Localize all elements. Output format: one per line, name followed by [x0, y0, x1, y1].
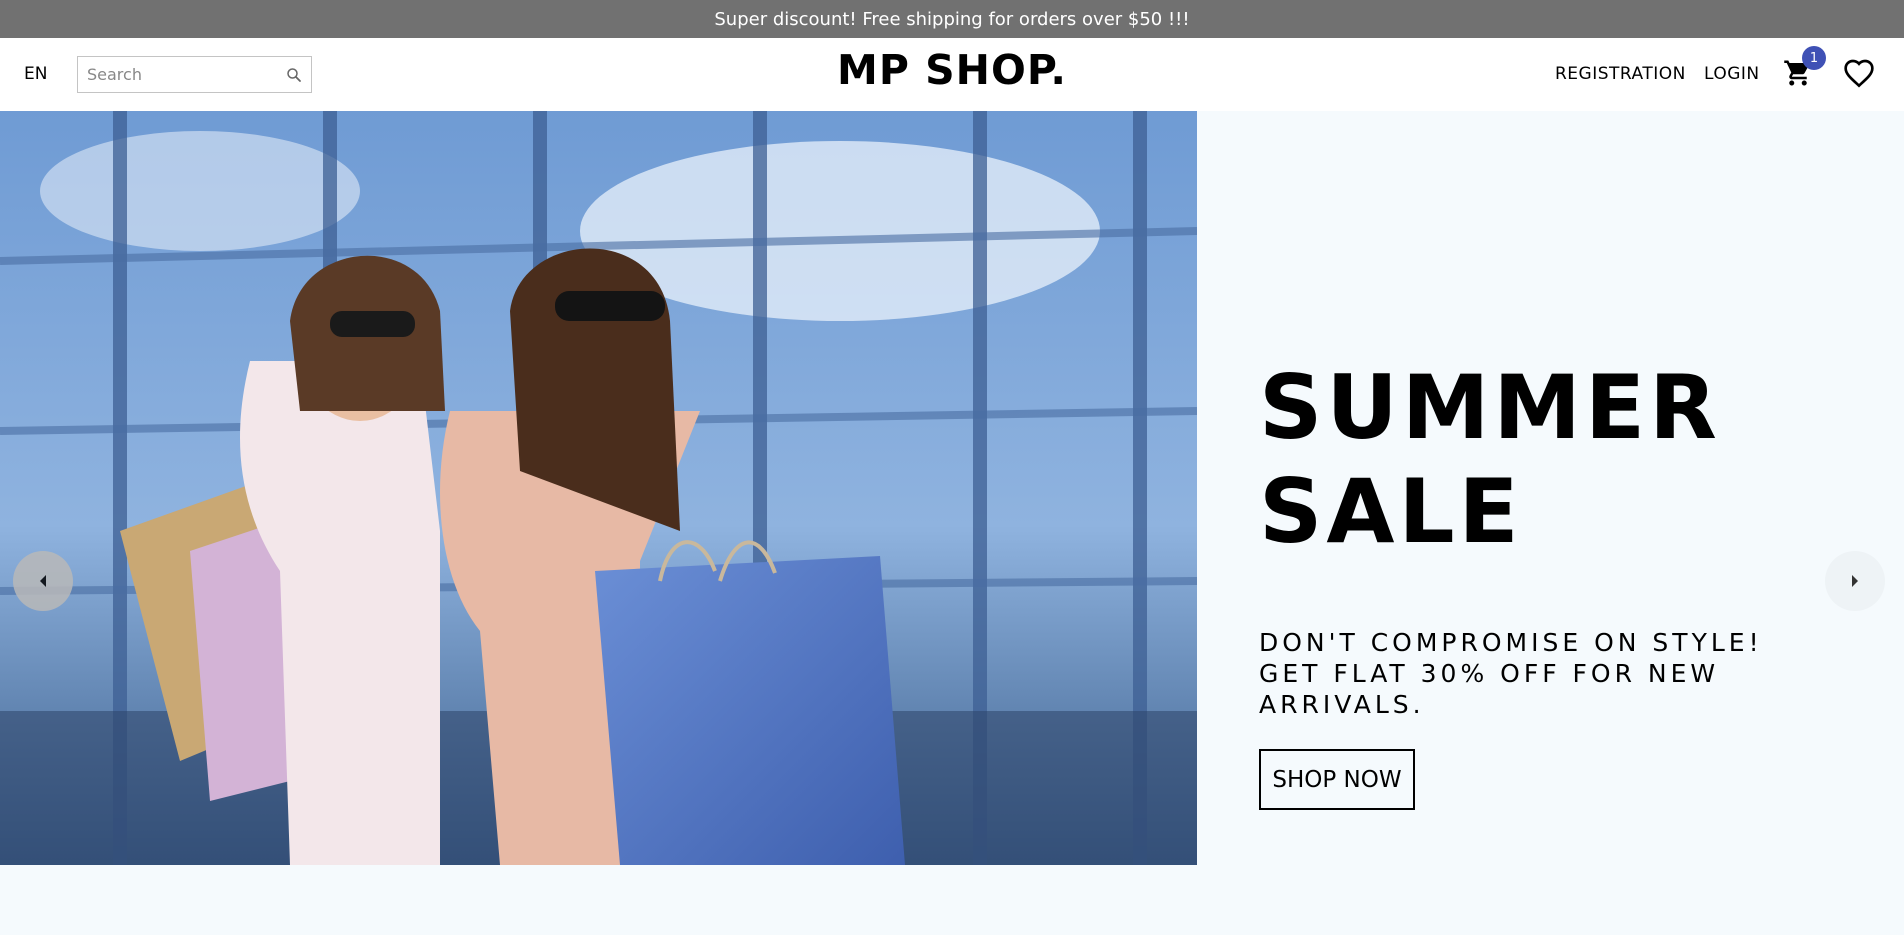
login-link[interactable]: LOGIN [1704, 64, 1760, 84]
wishlist-button[interactable] [1843, 58, 1875, 88]
hero-title-line2: SALE [1259, 460, 1523, 563]
logo[interactable]: MP SHOP. [837, 46, 1067, 94]
chevron-right-icon [1852, 575, 1858, 587]
slider-next-button[interactable] [1825, 551, 1885, 611]
shop-now-button[interactable]: SHOP NOW [1259, 749, 1415, 810]
language-selector[interactable]: EN [24, 64, 47, 84]
heart-icon [1844, 59, 1874, 88]
registration-link[interactable]: REGISTRATION [1555, 64, 1686, 84]
hero-slider: SUMMER SALE DON'T COMPROMISE ON STYLE! G… [0, 111, 1904, 865]
hero-title-line1: SUMMER [1259, 356, 1721, 459]
hero-description: DON'T COMPROMISE ON STYLE! GET FLAT 30% … [1259, 628, 1763, 719]
hero-text: SUMMER SALE DON'T COMPROMISE ON STYLE! G… [1259, 111, 1859, 865]
cart-count-badge: 1 [1802, 46, 1826, 70]
slider-prev-button[interactable] [13, 551, 73, 611]
chevron-left-icon [40, 575, 46, 587]
search-box [77, 56, 312, 93]
navbar: EN MP SHOP. REGISTRATION LOGIN 1 [0, 38, 1904, 111]
search-icon[interactable] [285, 66, 303, 84]
hero-title: SUMMER SALE [1259, 356, 1819, 564]
search-input[interactable] [78, 57, 278, 92]
hero-image [0, 111, 1197, 865]
announcement-bar: Super discount! Free shipping for orders… [0, 0, 1904, 38]
announcement-text: Super discount! Free shipping for orders… [714, 8, 1190, 30]
